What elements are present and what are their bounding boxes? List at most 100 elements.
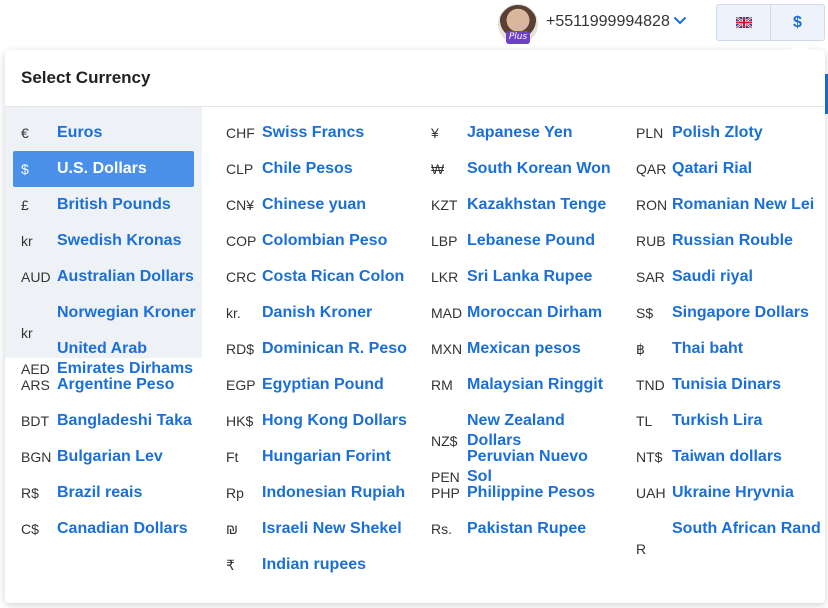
currency-item-idr[interactable]: Rp Indonesian Rupiah [226, 483, 426, 503]
currency-item-qar[interactable]: QAR Qatari Rial [636, 159, 828, 179]
currency-item-eur[interactable]: € Euros [21, 123, 221, 143]
currency-name: Bangladeshi Taka [57, 412, 192, 429]
currency-symbol: ₩ [431, 161, 445, 177]
currency-item-cop[interactable]: COP Colombian Peso [226, 231, 426, 251]
currency-name: Colombian Peso [262, 232, 388, 249]
plus-badge: Plus [506, 31, 530, 44]
currency-name: Chinese yuan [262, 196, 367, 213]
currency-item-php[interactable]: PHP Philippine Pesos [431, 483, 631, 503]
currency-item-bdt[interactable]: BDT Bangladeshi Taka [21, 411, 221, 431]
currency-name: Swedish Kronas [57, 232, 182, 249]
currency-name: Egyptian Pound [262, 376, 384, 393]
currency-item-inr[interactable]: ₹ Indian rupees [226, 555, 426, 575]
currency-item-egp[interactable]: EGP Egyptian Pound [226, 375, 426, 395]
currency-symbol: LBP [431, 233, 458, 249]
currency-item-dop[interactable]: RD$ Dominican R. Peso [226, 339, 426, 359]
currency-item-aed[interactable]: AED United Arab Emirates Dirhams [21, 339, 221, 379]
currency-item-clp[interactable]: CLP Chile Pesos [226, 159, 426, 179]
currency-item-aud[interactable]: AUD Australian Dollars [21, 267, 221, 287]
currency-item-hkd[interactable]: HK$ Hong Kong Dollars [226, 411, 426, 431]
currency-item-brl[interactable]: R$ Brazil reais [21, 483, 221, 503]
currency-item-cny[interactable]: CN¥ Chinese yuan [226, 195, 426, 215]
currency-item-kzt[interactable]: KZT Kazakhstan Tenge [431, 195, 631, 215]
currency-item-pkr[interactable]: Rs. Pakistan Rupee [431, 519, 631, 539]
currency-name: Saudi riyal [672, 268, 753, 285]
currency-name: Danish Kroner [262, 304, 373, 321]
currency-item-usd[interactable]: $ U.S. Dollars [13, 151, 194, 187]
currency-item-mad[interactable]: MAD Moroccan Dirham [431, 303, 631, 323]
currency-item-lkr[interactable]: LKR Sri Lanka Rupee [431, 267, 631, 287]
currency-symbol: TL [636, 413, 653, 429]
currency-item-thb[interactable]: ฿ Thai baht [636, 339, 828, 359]
currency-symbol: C$ [21, 521, 39, 537]
currency-symbol: kr [21, 233, 33, 249]
currency-symbol: UAH [636, 485, 666, 501]
currency-name: Kazakhstan Tenge [467, 196, 607, 213]
currency-item-ils[interactable]: ₪ Israeli New Shekel [226, 519, 426, 539]
currency-name: South African Rand [672, 520, 821, 537]
currency-item-jpy[interactable]: ¥ Japanese Yen [431, 123, 631, 143]
currency-name: Canadian Dollars [57, 520, 188, 537]
currency-item-nok[interactable]: kr Norwegian Kroner [21, 303, 221, 343]
currency-name: Hungarian Forint [262, 448, 391, 465]
currency-item-rub[interactable]: RUB Russian Rouble [636, 231, 828, 251]
currency-item-cad[interactable]: C$ Canadian Dollars [21, 519, 221, 539]
currency-item-krw[interactable]: ₩ South Korean Won [431, 159, 631, 179]
currency-item-mxn[interactable]: MXN Mexican pesos [431, 339, 631, 359]
currency-symbol: R$ [21, 485, 39, 501]
currency-symbol: SAR [636, 269, 665, 285]
currency-item-ron[interactable]: RON Romanian New Lei [636, 195, 828, 215]
currency-item-chf[interactable]: CHF Swiss Francs [226, 123, 426, 143]
currency-name: Norwegian Kroner [57, 304, 196, 321]
currency-name: Pakistan Rupee [467, 520, 587, 537]
currency-symbol: ¥ [431, 125, 439, 141]
currency-button[interactable]: $ [770, 4, 825, 41]
currency-item-uah[interactable]: UAH Ukraine Hryvnia [636, 483, 828, 503]
currency-item-twd[interactable]: NT$ Taiwan dollars [636, 447, 828, 467]
currency-name: Indonesian Rupiah [262, 484, 406, 501]
currency-item-dkk[interactable]: kr. Danish Kroner [226, 303, 426, 323]
currency-item-sgd[interactable]: S$ Singapore Dollars [636, 303, 828, 323]
currency-item-bgn[interactable]: BGN Bulgarian Lev [21, 447, 221, 467]
currency-dropdown-panel: Select Currency € Euros $ U.S. Dollars £ Brit… [5, 50, 825, 603]
currency-item-sek[interactable]: kr Swedish Kronas [21, 231, 221, 251]
currency-symbol: LKR [431, 269, 459, 285]
currency-symbol: PLN [636, 125, 664, 141]
currency-item-zar[interactable]: R South African Rand [636, 519, 828, 559]
currency-symbol: ฿ [636, 341, 645, 357]
chevron-down-icon[interactable] [673, 14, 687, 28]
currency-item-pen[interactable]: PEN Peruvian Nuevo Sol [431, 447, 631, 487]
currency-item-huf[interactable]: Ft Hungarian Forint [226, 447, 426, 467]
currency-name: Peruvian Nuevo Sol [467, 448, 588, 485]
currency-symbol: Rs. [431, 521, 452, 537]
account-phone[interactable]: +5511999994828 [546, 12, 670, 32]
currency-item-lbp[interactable]: LBP Lebanese Pound [431, 231, 631, 251]
currency-symbol: BGN [21, 449, 52, 465]
currency-item-crc[interactable]: CRC Costa Rican Colon [226, 267, 426, 287]
currency-symbol: EGP [226, 377, 256, 393]
currency-symbol: RD$ [226, 341, 255, 357]
currency-item-sar[interactable]: SAR Saudi riyal [636, 267, 828, 287]
currency-name: Thai baht [672, 340, 744, 357]
currency-name: South Korean Won [467, 160, 611, 177]
currency-name: New Zealand Dollars [467, 412, 565, 449]
currency-item-gbp[interactable]: £ British Pounds [21, 195, 221, 215]
currency-name: Australian Dollars [57, 268, 194, 285]
currency-name: Chile Pesos [262, 160, 353, 177]
currency-item-ars[interactable]: ARS Argentine Peso [21, 375, 221, 395]
dropdown-caret [791, 41, 809, 50]
currency-name: U.S. Dollars [57, 160, 147, 177]
currency-item-nzd[interactable]: NZ$ New Zealand Dollars [431, 411, 631, 451]
language-button[interactable] [716, 4, 771, 41]
currency-symbol: MXN [431, 341, 463, 357]
currency-item-try[interactable]: TL Turkish Lira [636, 411, 828, 431]
currency-symbol: £ [21, 197, 29, 213]
currency-item-tnd[interactable]: TND Tunisia Dinars [636, 375, 828, 395]
currency-symbol: HK$ [226, 413, 254, 429]
currency-symbol: kr. [226, 305, 241, 321]
currency-name: Hong Kong Dollars [262, 412, 407, 429]
currency-name: Mexican pesos [467, 340, 581, 357]
currency-name: Swiss Francs [262, 124, 365, 141]
currency-item-pln[interactable]: PLN Polish Zloty [636, 123, 828, 143]
currency-item-myr[interactable]: RM Malaysian Ringgit [431, 375, 631, 395]
